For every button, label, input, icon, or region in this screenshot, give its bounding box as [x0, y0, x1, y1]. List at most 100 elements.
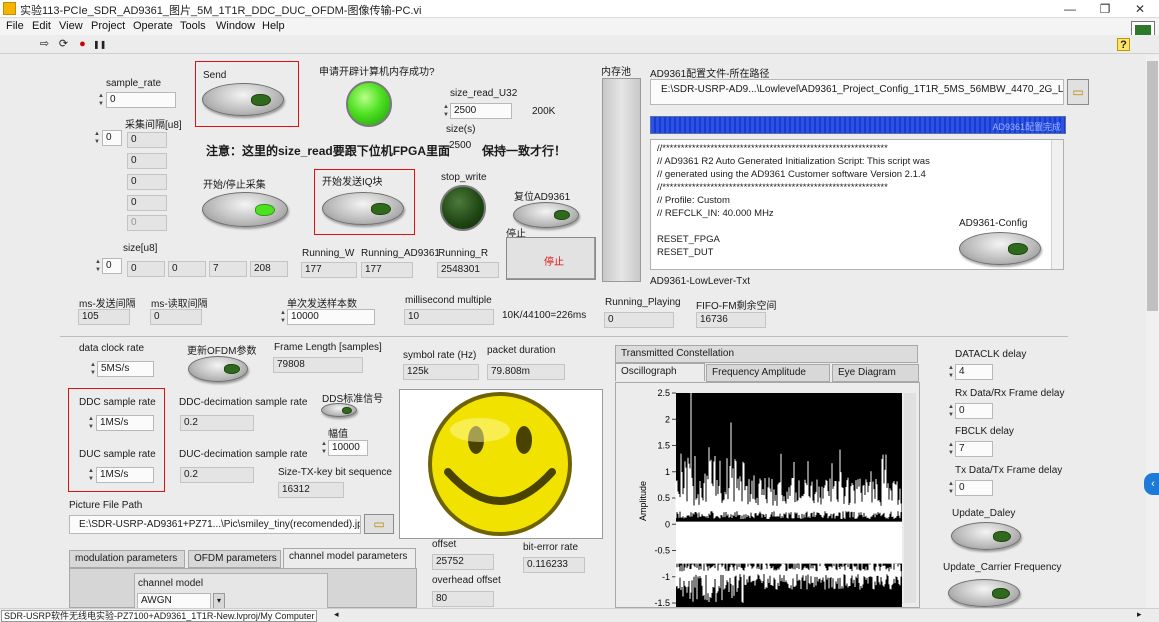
- fbclk-input[interactable]: 7: [955, 441, 993, 457]
- menu-file[interactable]: File: [6, 20, 24, 32]
- acq-index-input[interactable]: 0: [102, 130, 122, 146]
- data-clock-spinner[interactable]: ▲ ▼: [89, 361, 97, 377]
- ms-read-value: 0: [150, 309, 202, 325]
- stop-button[interactable]: 停止: [506, 237, 596, 280]
- tab-ofdm-parameters[interactable]: OFDM parameters: [188, 550, 281, 568]
- fbclk-spinner[interactable]: ▲ ▼: [947, 441, 955, 457]
- picture-path-input[interactable]: E:\SDR-USRP-AD9361+PZ71...\Pic\smiley_ti…: [69, 515, 361, 534]
- rxdata-input[interactable]: 0: [955, 403, 993, 419]
- script-line: //**************************************…: [657, 182, 888, 193]
- tab-eye-diagram[interactable]: Eye Diagram: [832, 364, 919, 382]
- rxdata-spinner[interactable]: ▲ ▼: [947, 403, 955, 419]
- y-tick-label: -1.5: [654, 598, 670, 607]
- y-tick-label: 1.5: [657, 441, 670, 451]
- script-scrollbar[interactable]: [1051, 140, 1063, 269]
- tab-oscillograph[interactable]: Oscillograph: [615, 363, 705, 381]
- rxdata-delay-label: Rx Data/Rx Frame delay: [955, 388, 1065, 399]
- frame-length-label: Frame Length [samples]: [274, 342, 382, 353]
- running-ad-label: Running_AD9361: [361, 248, 440, 259]
- menu-operate[interactable]: Operate: [133, 20, 173, 32]
- acq-value-2: 0: [127, 174, 167, 190]
- ad9361-progress-bar: AD9361配置完成: [650, 116, 1066, 134]
- run-arrow-icon[interactable]: ⇨: [38, 38, 51, 51]
- offset-value: 25752: [432, 554, 494, 570]
- ad9361-path-input[interactable]: E:\SDR-USRP-AD9...\Lowlevel\AD9361_Proje…: [650, 79, 1064, 105]
- side-expand-icon[interactable]: ‹: [1144, 473, 1159, 495]
- menu-tools[interactable]: Tools: [180, 20, 206, 32]
- run-continuous-icon[interactable]: ⟳: [57, 38, 70, 51]
- txdata-input[interactable]: 0: [955, 480, 993, 496]
- acq-index-spinner[interactable]: ▲ ▼: [93, 130, 101, 146]
- alloc-success-led: [346, 81, 392, 127]
- script-line: // Profile: Custom: [657, 195, 730, 206]
- update-ofdm-button[interactable]: [188, 356, 248, 382]
- update-carrier-label: Update_Carrier Frequency: [943, 562, 1062, 573]
- tab-channel-model-parameters[interactable]: channel model parameters: [283, 548, 416, 568]
- duc-select[interactable]: 1MS/s: [96, 467, 154, 483]
- tab-frequency-amplitude[interactable]: Frequency Amplitude: [706, 364, 830, 382]
- restore-button[interactable]: ❐: [1088, 0, 1122, 18]
- pause-icon[interactable]: ❚❚: [93, 38, 106, 51]
- ddc-select[interactable]: 1MS/s: [96, 415, 154, 431]
- txdata-spinner[interactable]: ▲ ▼: [947, 480, 955, 496]
- amplitude-input[interactable]: 10000: [328, 440, 368, 456]
- packet-duration-value: 79.808m: [487, 364, 565, 380]
- duc-decimation-label: DUC-decimation sample rate: [179, 449, 308, 460]
- data-clock-select[interactable]: 5MS/s: [97, 361, 154, 377]
- dds-toggle[interactable]: [321, 403, 357, 417]
- menu-edit[interactable]: Edit: [32, 20, 51, 32]
- single-send-spinner[interactable]: ▲ ▼: [279, 309, 287, 325]
- menu-window[interactable]: Window: [216, 20, 255, 32]
- sample-rate-input[interactable]: 0: [106, 92, 176, 108]
- size-u8-index-input[interactable]: 0: [102, 258, 122, 274]
- stop-write-led: [440, 185, 486, 231]
- fifo-value: 16736: [696, 312, 766, 328]
- memory-pool-label: 内存池: [601, 67, 631, 78]
- running-w-value: 177: [301, 262, 357, 278]
- packet-duration-label: packet duration: [487, 345, 556, 356]
- channel-model-select[interactable]: AWGN: [137, 593, 211, 609]
- ddc-decimation-label: DDC-decimation sample rate: [179, 397, 308, 408]
- tx-key-value: 16312: [278, 482, 344, 498]
- update-carrier-button[interactable]: [948, 579, 1020, 607]
- ad9361-config-button[interactable]: [959, 232, 1041, 265]
- menu-project[interactable]: Project: [91, 20, 125, 32]
- tab-transmitted-constellation[interactable]: Transmitted Constellation: [615, 345, 918, 363]
- menu-view[interactable]: View: [59, 20, 83, 32]
- dataclk-spinner[interactable]: ▲ ▼: [947, 364, 955, 380]
- duc-spinner[interactable]: ▲ ▼: [87, 467, 95, 483]
- sizes-label: size(s): [446, 124, 476, 135]
- dataclk-input[interactable]: 4: [955, 364, 993, 380]
- alloc-label: 申请开辟计算机内存成功?: [319, 67, 435, 78]
- sample-rate-spinner[interactable]: ▲ ▼: [97, 92, 105, 108]
- panel-vertical-scrollbar[interactable]: [1146, 55, 1159, 608]
- plot-scrollbar[interactable]: [904, 393, 916, 603]
- send-button[interactable]: [202, 83, 284, 116]
- single-send-input[interactable]: 10000: [287, 309, 375, 325]
- scroll-left-icon[interactable]: ◂: [334, 609, 339, 620]
- tab-modulation-parameters[interactable]: modulation parameters: [69, 550, 185, 568]
- abort-icon[interactable]: ●: [76, 38, 89, 51]
- start-send-button[interactable]: [322, 192, 404, 225]
- amplitude-spinner[interactable]: ▲ ▼: [320, 440, 328, 456]
- size-read-spinner[interactable]: ▲ ▼: [442, 103, 450, 119]
- y-tick-label: 0.5: [657, 493, 670, 503]
- size-u8-index-spinner[interactable]: ▲ ▼: [94, 258, 102, 274]
- context-help-icon[interactable]: ?: [1117, 38, 1130, 51]
- ad9361-progress-label: AD9361配置完成: [992, 122, 1061, 132]
- acq-interval-label: 采集间隔[u8]: [125, 120, 182, 131]
- picture-display: [399, 389, 603, 539]
- ber-label: bit-error rate: [523, 542, 579, 553]
- picture-browse-folder-icon[interactable]: ▭: [364, 514, 394, 534]
- scroll-right-icon[interactable]: ▸: [1137, 609, 1142, 620]
- start-stop-button[interactable]: [202, 192, 288, 227]
- ad9361-browse-folder-icon[interactable]: ▭: [1067, 79, 1089, 105]
- minimize-button[interactable]: —: [1053, 0, 1087, 18]
- menu-help[interactable]: Help: [262, 20, 285, 32]
- close-button[interactable]: ✕: [1123, 0, 1157, 18]
- update-daley-button[interactable]: [951, 522, 1021, 550]
- channel-model-dropdown-icon[interactable]: ▾: [213, 593, 225, 609]
- size-read-unit: 200K: [532, 106, 556, 117]
- ddc-spinner[interactable]: ▲ ▼: [87, 415, 95, 431]
- size-read-input[interactable]: 2500: [450, 103, 512, 119]
